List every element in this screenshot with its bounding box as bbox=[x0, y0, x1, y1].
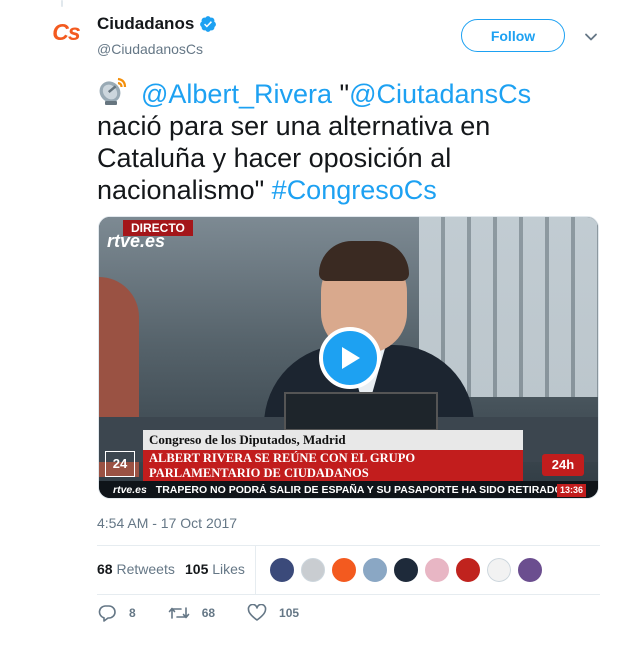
avatar[interactable]: Cs bbox=[48, 14, 84, 50]
retweet-count: 68 bbox=[201, 606, 216, 620]
likes-count: 105 bbox=[185, 561, 209, 577]
liker-avatar[interactable] bbox=[362, 557, 388, 583]
video-player[interactable]: DIRECTO rtve.es Congreso de los Diputado… bbox=[98, 216, 599, 499]
lower-third: Congreso de los Diputados, Madrid ALBERT… bbox=[143, 430, 523, 482]
tweet-stats: 68 Retweets 105 Likes bbox=[97, 545, 600, 595]
liker-avatar[interactable] bbox=[517, 557, 543, 583]
ticker-clock: 13:36 bbox=[556, 484, 586, 497]
verified-badge-icon bbox=[200, 16, 217, 32]
ticker-logo: rtve.es bbox=[113, 484, 147, 496]
mention-ciutadanscs[interactable]: @CiutadansCs bbox=[349, 79, 531, 109]
follow-button[interactable]: Follow bbox=[461, 19, 565, 52]
news-ticker: rtve.es TRAPERO NO PODRÁ SALIR DE ESPAÑA… bbox=[99, 481, 598, 498]
reply-button[interactable]: 8 bbox=[97, 604, 136, 622]
tweet-actions: 8 68 105 bbox=[97, 604, 331, 622]
video-scene-monitor bbox=[284, 392, 438, 431]
video-scene-speaker-hair bbox=[319, 241, 409, 281]
author-name[interactable]: Ciudadanos bbox=[97, 14, 194, 34]
likers-avatars bbox=[269, 557, 548, 583]
liker-avatar[interactable] bbox=[424, 557, 450, 583]
tweet-timestamp[interactable]: 4:54 AM - 17 Oct 2017 bbox=[97, 515, 237, 531]
stats-divider bbox=[255, 546, 256, 594]
play-button[interactable] bbox=[319, 327, 381, 389]
liker-avatar[interactable] bbox=[269, 557, 295, 583]
author-handle[interactable]: @CiudadanosCs bbox=[97, 41, 203, 57]
channel-logo: rtve.es bbox=[107, 231, 166, 251]
liker-avatar[interactable] bbox=[393, 557, 419, 583]
tweet-text: @Albert_Rivera "@CiutadansCs nació para … bbox=[97, 75, 597, 206]
channel-brand: 24h bbox=[542, 454, 584, 476]
reply-icon bbox=[98, 605, 116, 622]
satellite-antenna-icon bbox=[99, 77, 127, 105]
mention-albert-rivera[interactable]: @Albert_Rivera bbox=[141, 79, 332, 109]
retweets-count: 68 bbox=[97, 561, 113, 577]
heart-icon bbox=[247, 604, 267, 621]
likes-stat[interactable]: 105 Likes bbox=[185, 561, 245, 577]
channel-number: 24 bbox=[105, 451, 135, 477]
retweet-button[interactable]: 68 bbox=[168, 605, 215, 621]
liker-avatar[interactable] bbox=[331, 557, 357, 583]
lower-third-location: Congreso de los Diputados, Madrid bbox=[143, 430, 523, 450]
retweets-stat[interactable]: 68 Retweets bbox=[97, 561, 175, 577]
chevron-down-icon[interactable] bbox=[584, 30, 598, 44]
lower-third-headline: ALBERT RIVERA SE REÚNE CON EL GRUPO PARL… bbox=[143, 450, 523, 482]
thread-line bbox=[61, 0, 63, 7]
retweets-label: Retweets bbox=[116, 561, 175, 577]
likes-label: Likes bbox=[212, 561, 245, 577]
like-count: 105 bbox=[279, 606, 300, 620]
retweet-icon bbox=[168, 607, 189, 619]
like-button[interactable]: 105 bbox=[247, 604, 299, 622]
liker-avatar[interactable] bbox=[486, 557, 512, 583]
author-name-row[interactable]: Ciudadanos bbox=[97, 14, 217, 34]
liker-avatar[interactable] bbox=[300, 557, 326, 583]
ciudadanos-logo: Cs bbox=[52, 18, 80, 45]
ticker-text: TRAPERO NO PODRÁ SALIR DE ESPAÑA Y SU PA… bbox=[155, 484, 563, 496]
reply-count: 8 bbox=[129, 606, 136, 620]
play-icon bbox=[342, 347, 360, 369]
liker-avatar[interactable] bbox=[455, 557, 481, 583]
hashtag-congresocs[interactable]: #CongresoCs bbox=[272, 175, 437, 205]
quote-open: " bbox=[331, 79, 350, 109]
